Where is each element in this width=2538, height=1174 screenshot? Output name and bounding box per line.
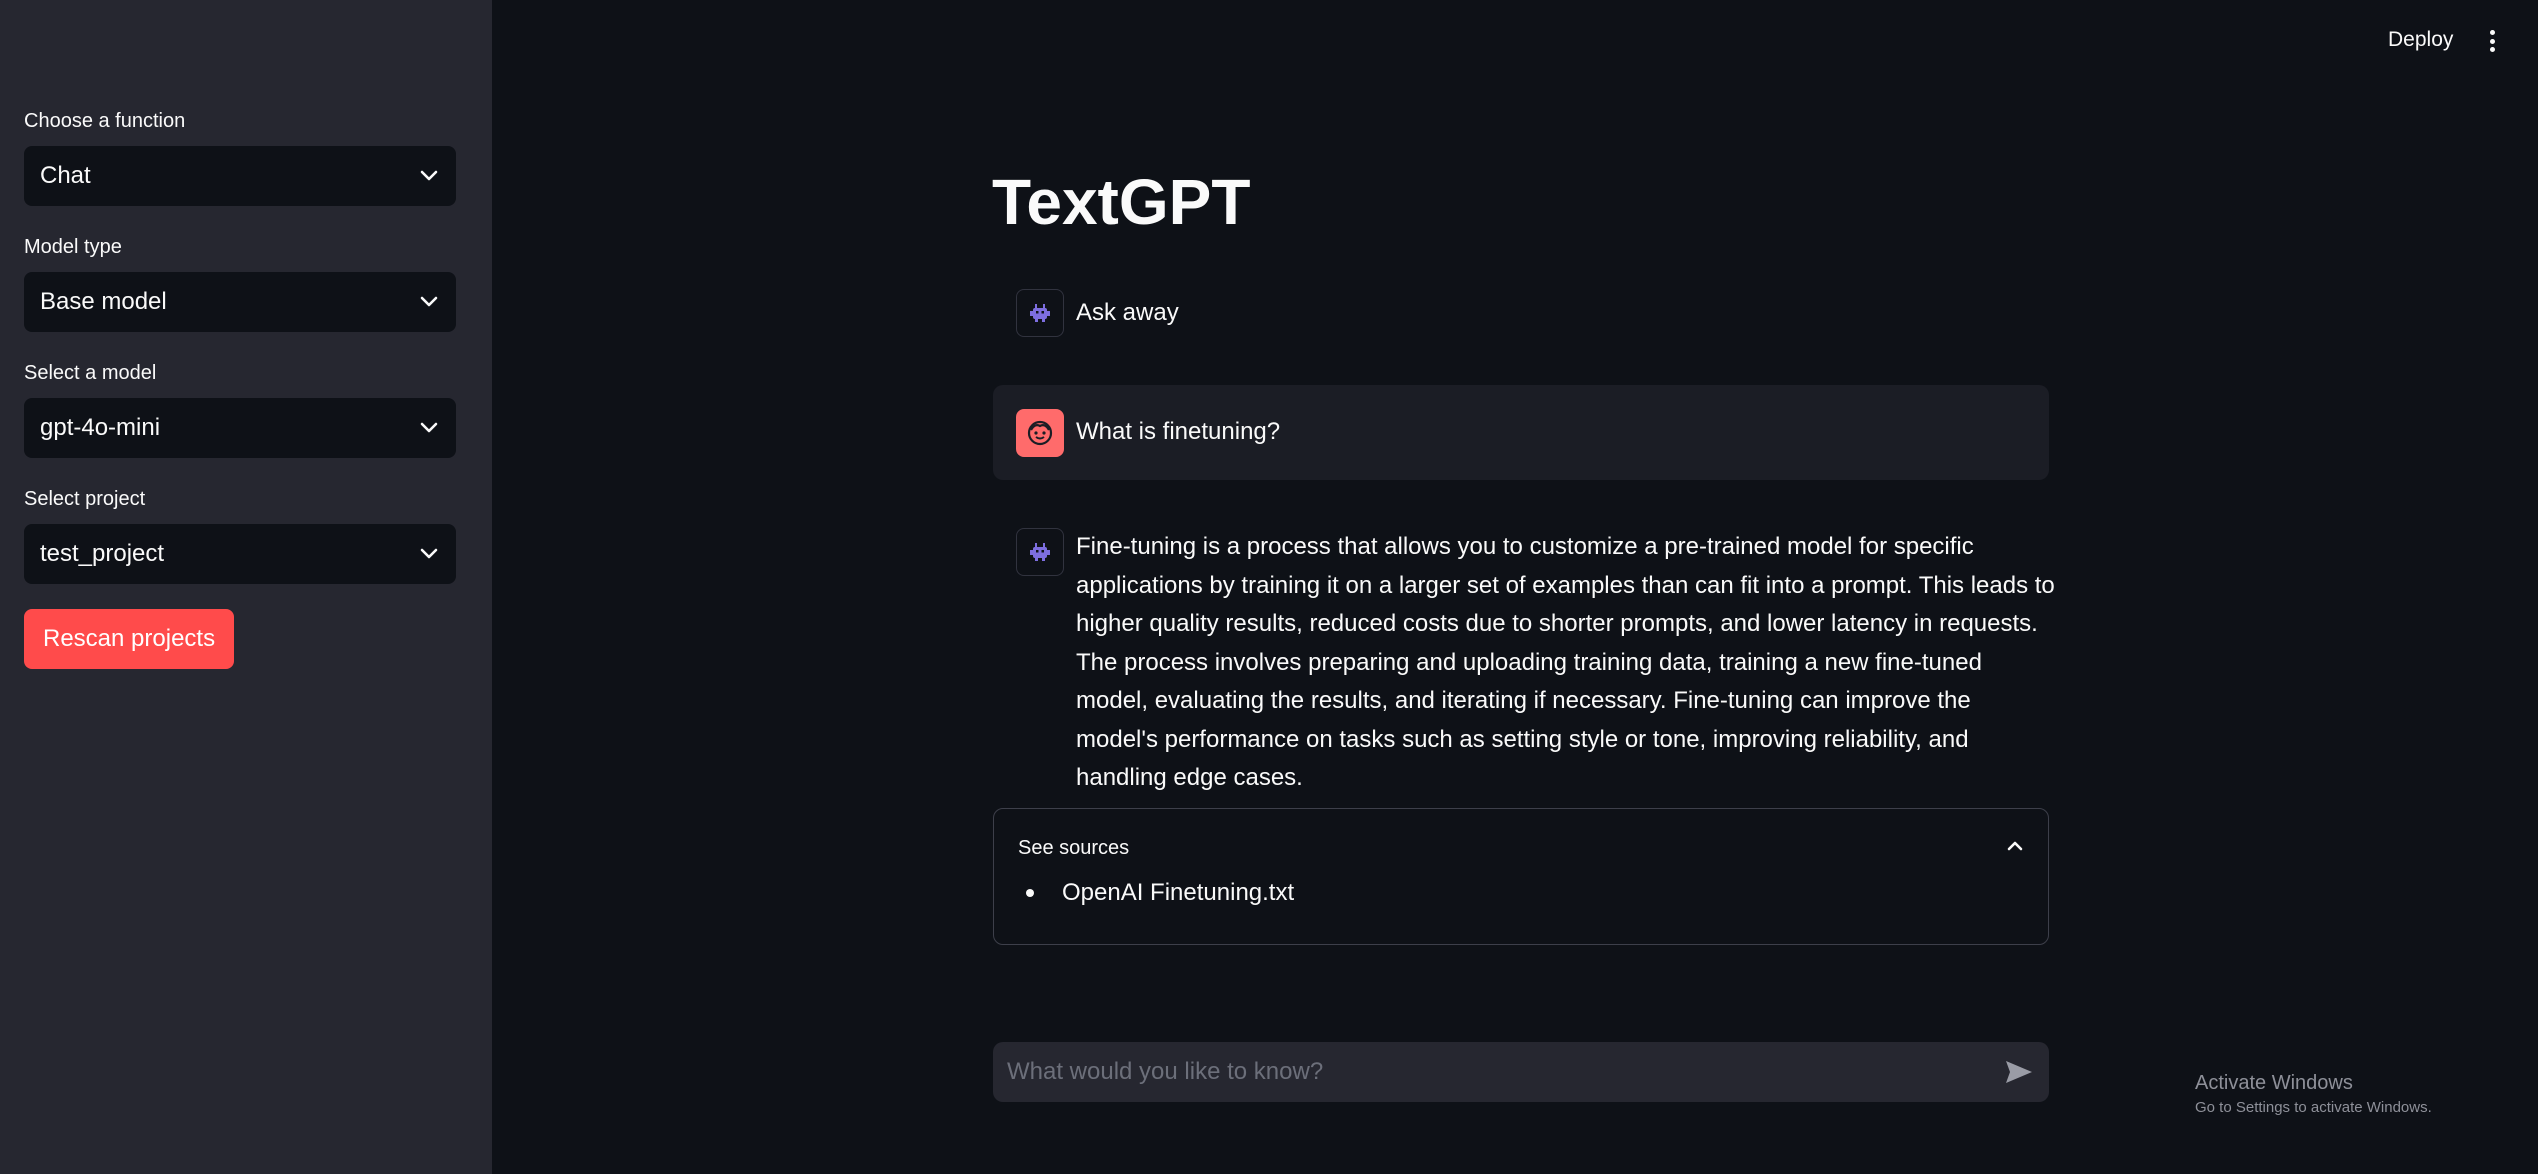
- kebab-menu-icon[interactable]: [2482, 28, 2502, 54]
- chevron-down-icon: [418, 543, 440, 565]
- function-select[interactable]: Chat: [24, 146, 456, 206]
- source-item: OpenAI Finetuning.txt: [1062, 879, 1295, 906]
- watermark-line-2: Go to Settings to activate Windows.: [2195, 1099, 2432, 1116]
- assistant-message: Ask away: [1076, 299, 1179, 326]
- watermark-line-1: Activate Windows: [2195, 1072, 2353, 1094]
- select-model-label: Select a model: [24, 362, 157, 384]
- robot-icon: [1016, 289, 1064, 337]
- model-type-select-value: Base model: [40, 288, 167, 315]
- chevron-up-icon: [2006, 839, 2024, 857]
- list-item: OpenAI Finetuning.txt: [1018, 879, 1294, 907]
- page-title: TextGPT: [992, 166, 1251, 238]
- chat-input-container: [993, 1042, 2049, 1102]
- windows-activation-watermark: Activate Windows Go to Settings to activ…: [2195, 1072, 2432, 1116]
- chevron-down-icon: [418, 165, 440, 187]
- deploy-button[interactable]: Deploy: [2388, 28, 2453, 52]
- assistant-message: Fine-tuning is a process that allows you…: [1076, 533, 2055, 791]
- sidebar: Choose a function Chat Model type Base m…: [0, 0, 492, 1174]
- function-select-value: Chat: [40, 162, 91, 189]
- chat-input[interactable]: [1005, 1057, 2001, 1087]
- sources-expander-label: See sources: [1018, 836, 1130, 859]
- bullet-icon: [1026, 889, 1034, 897]
- project-select-value: test_project: [40, 540, 165, 567]
- model-type-label: Model type: [24, 236, 122, 258]
- choose-function-label: Choose a function: [24, 110, 186, 132]
- rescan-projects-button[interactable]: Rescan projects: [24, 609, 235, 669]
- select-project-label: Select project: [24, 488, 146, 510]
- chevron-down-icon: [418, 291, 440, 313]
- sources-expander-header[interactable]: See sources: [1018, 833, 2024, 863]
- model-select[interactable]: gpt-4o-mini: [24, 398, 456, 458]
- sources-expander: See sources OpenAI Finetuning.txt: [993, 808, 2049, 945]
- send-icon[interactable]: [2001, 1054, 2037, 1090]
- model-select-value: gpt-4o-mini: [40, 414, 161, 441]
- project-select[interactable]: test_project: [24, 524, 456, 584]
- user-face-icon: [1016, 409, 1064, 457]
- robot-icon: [1016, 528, 1064, 576]
- model-type-select[interactable]: Base model: [24, 272, 456, 332]
- chevron-down-icon: [418, 417, 440, 439]
- user-message: What is finetuning?: [1076, 418, 1281, 445]
